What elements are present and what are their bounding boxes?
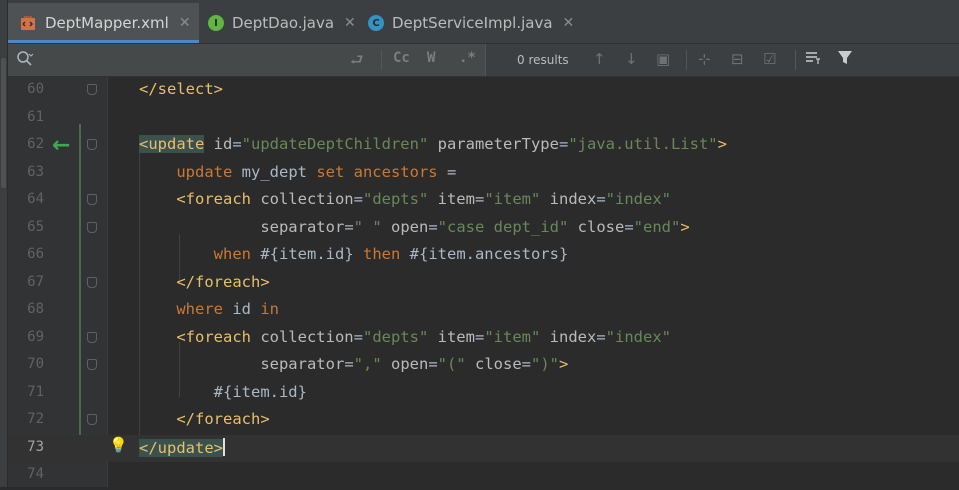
fold-marker-icon[interactable] [87,221,97,233]
code-line[interactable]: 73 💡 </update> [8,434,959,462]
code-text: where id in [139,300,279,318]
code-line[interactable]: 69 <foreach collection="depts" item="ite… [8,325,959,353]
tab-label: DeptMapper.xml [45,14,169,32]
code-text: <foreach collection="depts" item="item" … [139,327,671,346]
select-all-matches-icon[interactable]: ☑ [763,50,776,68]
filter-icon[interactable] [837,50,853,70]
class-icon: C [368,15,384,31]
close-icon[interactable]: ✕ [179,15,191,31]
code-text: </foreach> [139,410,270,428]
code-text: <update id="updateDeptChildren" paramete… [139,135,727,153]
code-line[interactable]: 67 </foreach> [8,270,959,298]
code-line[interactable]: 72 </foreach> [8,407,959,435]
line-number: 64 [27,191,44,207]
line-number: 73 [27,438,44,455]
panel-scroll-thumb[interactable] [1,58,6,188]
code-text: update my_dept set ancestors = [139,162,457,181]
fold-marker-icon[interactable] [87,276,97,288]
divider [686,50,687,70]
line-number: 67 [27,273,44,290]
close-icon[interactable]: ✕ [563,15,575,31]
active-tab-underline [8,40,199,43]
code-line[interactable]: 65 separator=" " open="case dept_id" clo… [8,215,959,243]
tab-label: DeptDao.java [232,14,335,32]
search-field[interactable]: ⮐ Cc W .* [8,44,486,76]
code-editor[interactable]: 60 </select> 61 62 ← <update id="updateDeptCh… [8,77,959,487]
search-input[interactable] [38,50,342,67]
code-line[interactable]: 74 [8,462,959,490]
remove-occurrence-icon[interactable]: ⊟ [731,50,744,68]
match-case-toggle[interactable]: Cc [393,50,410,66]
code-line[interactable]: 60 </select> [8,77,959,105]
code-text: <foreach collection="depts" item="item" … [139,190,671,208]
fold-marker-icon[interactable] [87,359,97,370]
code-line[interactable]: 64 <foreach collection="depts" item="ite… [8,187,959,215]
previous-occurrence-icon[interactable]: ↑ [593,50,606,68]
fold-marker-icon[interactable] [87,139,97,150]
search-icon[interactable] [16,50,34,72]
fold-marker-icon[interactable] [87,194,97,205]
interface-icon: I [208,15,224,31]
code-line[interactable]: 66 when #{item.id} then #{item.ancestors… [8,242,959,270]
line-number: 72 [27,411,44,427]
regex-toggle[interactable]: .* [459,50,476,66]
code-text: </select> [139,80,223,98]
select-all-occurrences-icon[interactable]: ▣ [656,50,670,68]
divider [381,50,382,70]
code-text: separator=" " open="case dept_id" close=… [139,217,690,236]
line-number: 74 [27,466,44,482]
line-number: 65 [27,218,44,235]
code-line[interactable]: 62 ← <update id="updateDeptChildren" param… [8,132,959,160]
lightbulb-icon[interactable]: 💡 [109,436,128,454]
text-caret [223,437,225,456]
tab-deptserviceimpl-java[interactable]: C DeptServiceImpl.java ✕ [368,8,574,38]
code-text: when #{item.id} then #{item.ancestors} [139,245,569,263]
line-number: 66 [27,246,44,262]
line-number: 71 [27,383,44,400]
tab-deptdao-java[interactable]: I DeptDao.java ✕ [208,8,356,38]
line-number: 60 [27,81,44,97]
line-number: 62 [27,136,44,152]
fold-marker-icon[interactable] [87,331,97,343]
code-text: separator="," open="(" close=")"> [139,355,569,373]
line-number: 70 [27,356,44,372]
code-text: </update> [139,437,225,457]
tab-label: DeptServiceImpl.java [392,14,553,32]
fold-marker-icon[interactable] [87,414,97,425]
code-line[interactable]: 63 update my_dept set ancestors = [8,160,959,188]
new-line-icon[interactable]: ⮐ [350,50,364,75]
find-bar: ⮐ Cc W .* 0 results ↑ ↓ ▣ ⊹ ⊟ ☑ [8,44,959,77]
divider [795,50,796,70]
code-text: </foreach> [139,272,270,291]
code-line[interactable]: 70 separator="," open="(" close=")"> [8,352,959,380]
code-line[interactable]: 68 where id in [8,297,959,325]
close-icon[interactable]: ✕ [344,15,356,31]
search-results-count: 0 results [517,53,569,67]
implementing-method-arrow-icon[interactable]: ← [52,133,70,158]
line-number: 61 [27,108,44,125]
xml-file-icon [20,15,37,32]
next-occurrence-icon[interactable]: ↓ [625,50,638,68]
project-panel-edge [0,0,8,487]
fold-marker-icon[interactable] [87,84,97,95]
whole-words-toggle[interactable]: W [427,50,435,66]
line-number: 63 [27,163,44,180]
code-line[interactable]: 61 [8,105,959,133]
code-line[interactable]: 71 #{item.id} [8,380,959,408]
tab-deptmapper-xml[interactable]: DeptMapper.xml ✕ [20,8,191,38]
code-text: #{item.id} [139,382,307,401]
filter-search-results-icon[interactable] [805,50,823,70]
line-number: 68 [27,301,44,317]
line-number: 69 [27,328,44,345]
add-occurrence-icon[interactable]: ⊹ [698,50,711,68]
